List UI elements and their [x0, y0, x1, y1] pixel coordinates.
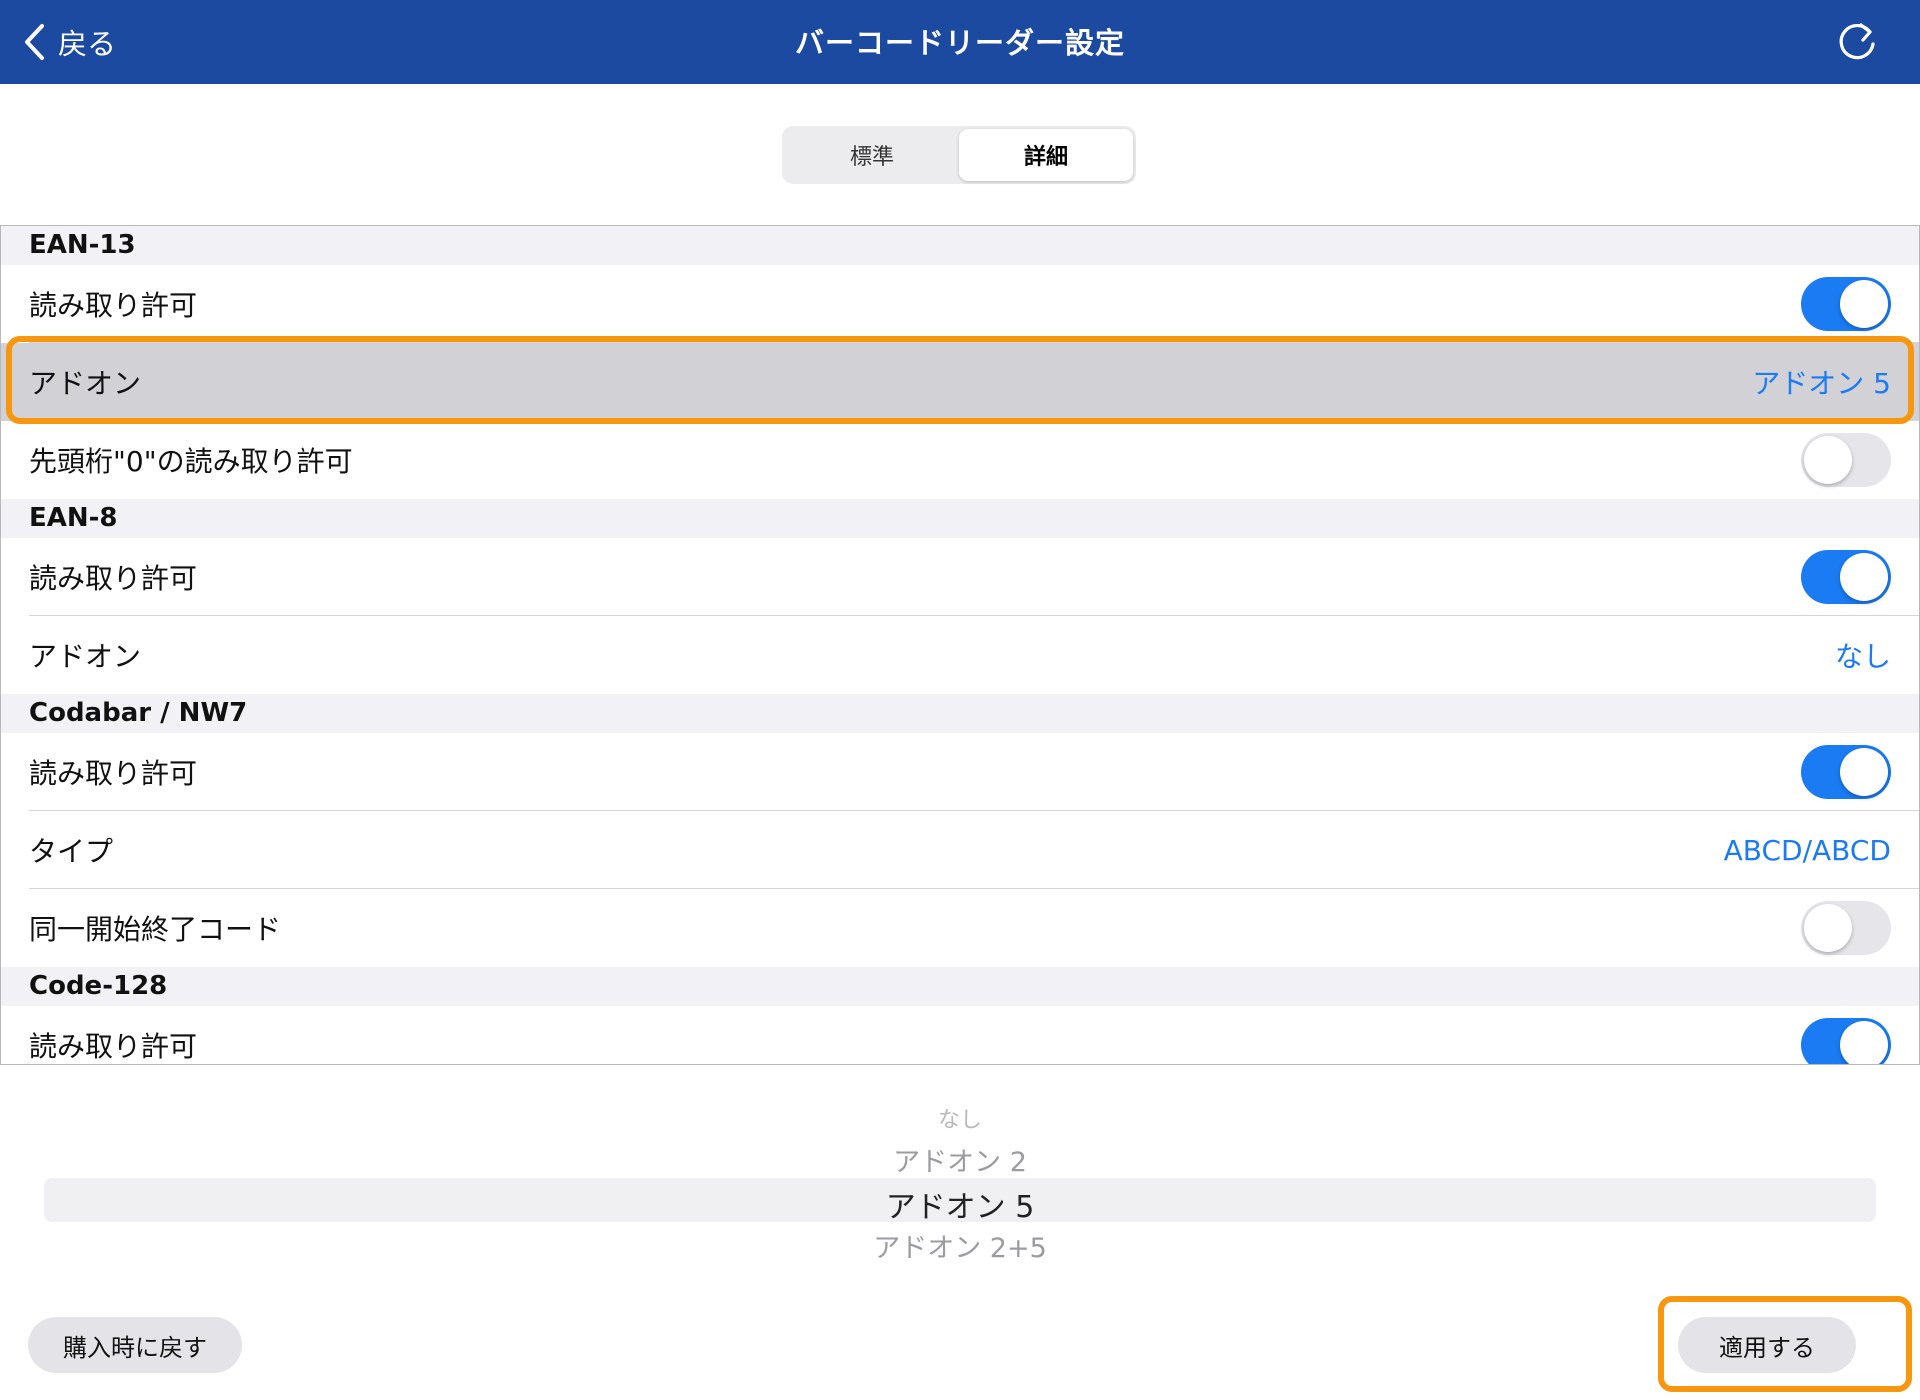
picker-option[interactable]: アドオン 2	[0, 1140, 1920, 1179]
section-header-code128: Code-128	[1, 967, 1919, 1006]
row-label: 同一開始終了コード	[29, 913, 282, 946]
read-enable-toggle[interactable]	[1801, 550, 1891, 604]
navigation-bar: 戻る バーコードリーダー設定	[0, 0, 1920, 84]
table-row: 同一開始終了コード	[1, 889, 1919, 967]
row-label: タイプ	[29, 835, 114, 868]
toggle-knob	[1804, 904, 1852, 952]
row-value: アドオン 5	[1752, 367, 1891, 400]
row-label: アドオン	[29, 367, 142, 400]
tab-standard[interactable]: 標準	[785, 129, 959, 181]
row-label: 読み取り許可	[29, 757, 198, 790]
table-row: 先頭桁"0"の読み取り許可	[1, 421, 1919, 499]
row-value: ABCD/ABCD	[1723, 833, 1891, 867]
row-label: 先頭桁"0"の読み取り許可	[29, 445, 353, 478]
refresh-icon[interactable]	[1832, 16, 1882, 66]
tab-advanced[interactable]: 詳細	[959, 129, 1133, 181]
toggle-knob	[1804, 436, 1852, 484]
addon-picker[interactable]: なし アドオン 2 アドオン 5 アドオン 2+5	[0, 1090, 1920, 1270]
segmented-control: 標準 詳細	[782, 126, 1136, 184]
picker-option[interactable]: なし	[0, 1102, 1920, 1134]
read-enable-toggle[interactable]	[1801, 1018, 1891, 1064]
row-label: 読み取り許可	[29, 562, 198, 595]
row-label: 読み取り許可	[29, 289, 198, 322]
addon-row[interactable]: アドオン なし	[1, 616, 1919, 694]
read-enable-toggle[interactable]	[1801, 277, 1891, 331]
row-label: アドオン	[29, 640, 142, 673]
settings-table: EAN-13 読み取り許可 アドオン アドオン 5 先頭桁"0"の読み取り許可 …	[0, 225, 1920, 1065]
toggle-knob	[1840, 553, 1888, 601]
picker-option[interactable]: アドオン 2+5	[0, 1226, 1920, 1265]
addon-row[interactable]: アドオン アドオン 5	[1, 343, 1919, 421]
table-row: 読み取り許可	[1, 265, 1919, 343]
leading-zero-toggle[interactable]	[1801, 433, 1891, 487]
reset-button[interactable]: 購入時に戻す	[28, 1317, 242, 1373]
row-value: なし	[1834, 640, 1891, 673]
toggle-knob	[1840, 748, 1888, 796]
section-header-ean8: EAN-8	[1, 499, 1919, 538]
table-row: 読み取り許可	[1, 538, 1919, 616]
read-enable-toggle[interactable]	[1801, 745, 1891, 799]
type-row[interactable]: タイプ ABCD/ABCD	[1, 811, 1919, 889]
picker-option-selected[interactable]: アドオン 5	[0, 1182, 1920, 1226]
section-header-ean13: EAN-13	[1, 226, 1919, 265]
row-label: 読み取り許可	[29, 1030, 198, 1063]
table-row: 読み取り許可	[1, 1006, 1919, 1064]
table-row: 読み取り許可	[1, 733, 1919, 811]
same-start-stop-toggle[interactable]	[1801, 901, 1891, 955]
toggle-knob	[1840, 1021, 1888, 1064]
section-header-codabar: Codabar / NW7	[1, 694, 1919, 733]
toggle-knob	[1840, 280, 1888, 328]
page-title: バーコードリーダー設定	[794, 26, 1125, 60]
apply-button[interactable]: 適用する	[1678, 1317, 1856, 1373]
